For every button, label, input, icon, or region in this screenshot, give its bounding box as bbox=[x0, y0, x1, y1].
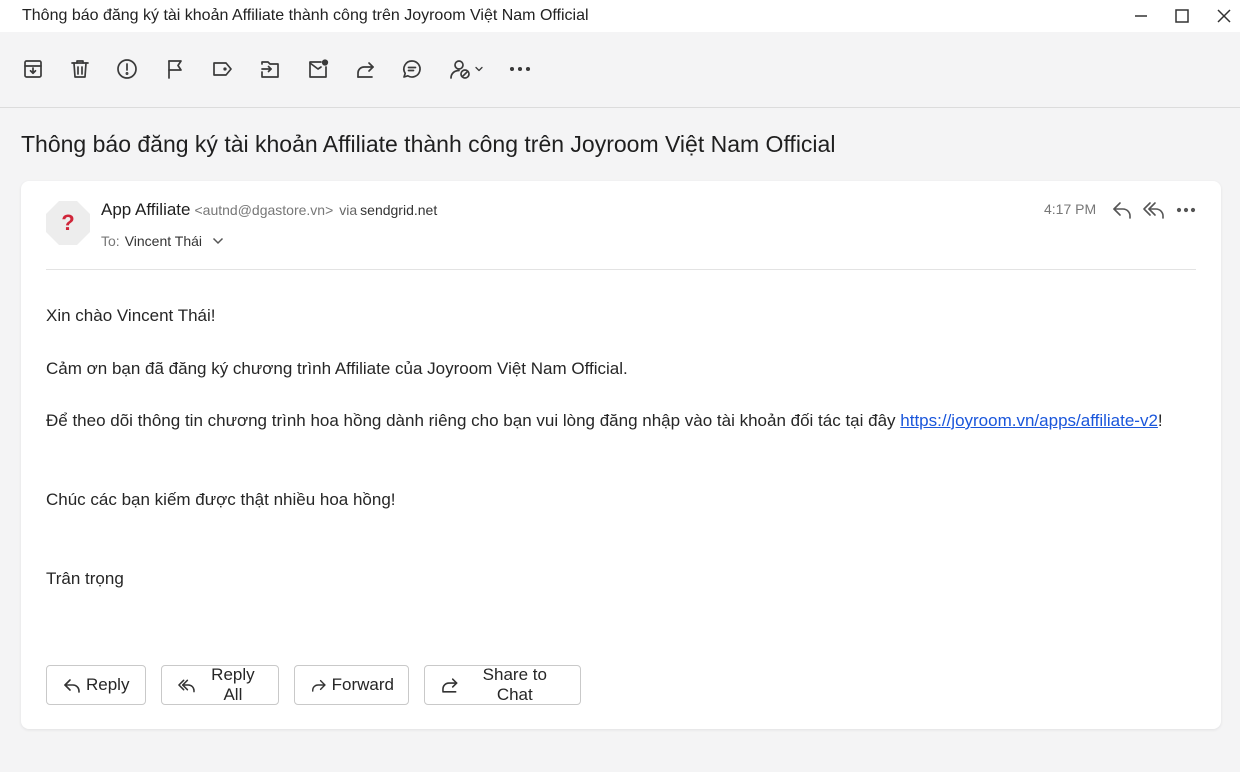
label-button[interactable] bbox=[210, 56, 234, 82]
window-titlebar: Thông báo đăng ký tài khoản Affiliate th… bbox=[0, 0, 1240, 32]
close-icon bbox=[1217, 9, 1231, 23]
forward-icon bbox=[357, 62, 374, 78]
archive-button[interactable] bbox=[21, 56, 45, 82]
message-subject: Thông báo đăng ký tài khoản Affiliate th… bbox=[21, 131, 836, 157]
via-label: via bbox=[339, 202, 358, 218]
reply-all-button[interactable]: Reply All bbox=[161, 665, 279, 705]
message-toolbar bbox=[0, 32, 1240, 108]
sender-line: App Affiliate <autnd@dgastore.vn> via se… bbox=[101, 200, 437, 220]
via-domain: sendgrid.net bbox=[360, 202, 438, 218]
affiliate-link[interactable]: https://joyroom.vn/apps/affiliate-v2 bbox=[900, 411, 1158, 430]
message-time: 4:17 PM bbox=[1044, 201, 1097, 217]
minimize-icon bbox=[1135, 15, 1147, 17]
recipient-name[interactable]: Vincent Thái bbox=[125, 233, 202, 249]
chevron-down-icon[interactable] bbox=[212, 237, 224, 245]
report-icon bbox=[117, 59, 137, 79]
share-to-chat-label: Share to Chat bbox=[482, 665, 547, 704]
comment-icon bbox=[403, 60, 421, 78]
instruction-end: ! bbox=[1157, 411, 1163, 430]
close-window-button[interactable] bbox=[1212, 4, 1236, 28]
header-more-button[interactable] bbox=[1174, 199, 1198, 221]
share-to-chat-button[interactable]: Share to Chat bbox=[424, 665, 581, 705]
recipient-line[interactable]: To: Vincent Thái bbox=[101, 233, 224, 249]
more-icon bbox=[1176, 207, 1196, 213]
reply-all-icon bbox=[178, 679, 195, 693]
reply-all-icon bbox=[1143, 202, 1164, 219]
body-wish: Chúc các bạn kiếm được thật nhiều hoa hồ… bbox=[46, 490, 396, 509]
reply-button[interactable]: Reply bbox=[46, 665, 146, 705]
forward-label: Forward bbox=[331, 675, 394, 694]
block-sender-button[interactable] bbox=[448, 56, 486, 82]
body-signoff: Trân trọng bbox=[46, 569, 124, 588]
sender-avatar[interactable]: ? bbox=[45, 200, 91, 246]
header-reply-button[interactable] bbox=[1110, 199, 1134, 221]
to-label: To: bbox=[101, 233, 120, 249]
sender-email[interactable]: <autnd@dgastore.vn> bbox=[194, 202, 333, 218]
move-icon bbox=[261, 61, 279, 78]
move-button[interactable] bbox=[258, 56, 282, 82]
flag-icon bbox=[168, 60, 182, 79]
mark-unread-button[interactable] bbox=[306, 56, 330, 82]
sender-name[interactable]: App Affiliate bbox=[101, 200, 190, 220]
comment-button[interactable] bbox=[400, 56, 424, 82]
forward-button[interactable] bbox=[353, 56, 377, 82]
delete-button[interactable] bbox=[68, 56, 92, 82]
body-greeting: Xin chào Vincent Thái! bbox=[46, 306, 216, 325]
avatar-glyph: ? bbox=[61, 210, 75, 235]
header-reply-all-button[interactable] bbox=[1142, 199, 1166, 221]
reply-icon bbox=[64, 679, 80, 693]
block-sender-icon bbox=[450, 60, 483, 79]
maximize-button[interactable] bbox=[1170, 4, 1194, 28]
reply-all-label: Reply All bbox=[211, 665, 255, 704]
report-spam-button[interactable] bbox=[115, 56, 139, 82]
instruction-text: Để theo dõi thông tin chương trình hoa h… bbox=[46, 411, 901, 430]
delete-icon bbox=[71, 60, 89, 78]
share-icon bbox=[442, 678, 458, 693]
reply-icon bbox=[1113, 202, 1131, 219]
flag-button[interactable] bbox=[163, 56, 187, 82]
window-title: Thông báo đăng ký tài khoản Affiliate th… bbox=[22, 7, 589, 24]
label-icon bbox=[213, 62, 232, 76]
header-divider bbox=[46, 269, 1196, 270]
forward-icon bbox=[312, 679, 326, 692]
archive-icon bbox=[24, 60, 42, 78]
more-actions-button[interactable] bbox=[508, 56, 532, 82]
message-card: ? App Affiliate <autnd@dgastore.vn> via … bbox=[21, 181, 1221, 729]
minimize-button[interactable] bbox=[1129, 4, 1153, 28]
body-thanks: Cảm ơn bạn đã đăng ký chương trình Affil… bbox=[46, 359, 628, 378]
more-icon bbox=[509, 66, 531, 72]
body-instruction: Để theo dõi thông tin chương trình hoa h… bbox=[46, 407, 1196, 434]
mark-unread-icon bbox=[309, 59, 329, 78]
maximize-icon bbox=[1175, 9, 1189, 23]
forward-action-button[interactable]: Forward bbox=[294, 665, 409, 705]
reply-label: Reply bbox=[86, 675, 130, 694]
